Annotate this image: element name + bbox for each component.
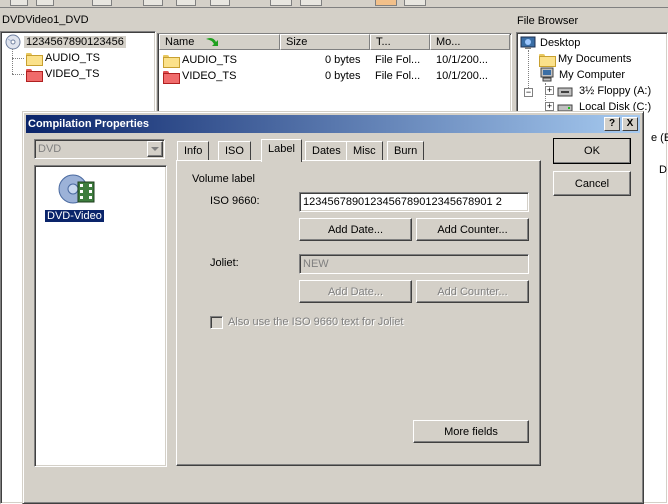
compilation-properties-dialog: Compilation Properties ? X DVD DVD-Video bbox=[22, 111, 644, 504]
column-header-name[interactable]: Name bbox=[159, 34, 280, 50]
desktop-icon bbox=[520, 36, 536, 49]
list-item-name: VIDEO_TS bbox=[182, 70, 237, 82]
toolbar-button[interactable] bbox=[210, 0, 230, 6]
list-item-name: AUDIO_TS bbox=[182, 54, 238, 66]
tree-item-label: VIDEO_TS bbox=[45, 68, 100, 80]
browser-item-my-computer[interactable]: My Computer bbox=[539, 67, 625, 83]
joliet-input: NEW bbox=[299, 254, 529, 274]
expand-toggle[interactable]: + bbox=[545, 86, 554, 95]
sort-arrow-icon bbox=[206, 38, 218, 46]
tree-root-label: 1234567890123456 bbox=[24, 36, 126, 48]
column-header-size[interactable]: Size bbox=[280, 34, 370, 50]
tree-root[interactable]: 1234567890123456 bbox=[5, 34, 126, 50]
tab-misc[interactable]: Misc bbox=[346, 141, 383, 161]
toolbar-button[interactable] bbox=[176, 0, 196, 6]
tree-item-video-ts[interactable]: VIDEO_TS bbox=[26, 66, 99, 82]
toolbar-button[interactable] bbox=[36, 0, 54, 6]
expand-toggle[interactable]: − bbox=[524, 88, 533, 97]
browser-item-label: My Documents bbox=[558, 53, 632, 65]
dialog-title: Compilation Properties bbox=[28, 118, 150, 130]
folder-icon bbox=[26, 52, 43, 66]
list-item[interactable]: VIDEO_TS 0 bytes File Fol... 10/1/200... bbox=[163, 68, 508, 84]
list-item[interactable]: AUDIO_TS 0 bytes File Fol... 10/1/200... bbox=[163, 52, 508, 68]
toolbar-button[interactable] bbox=[375, 0, 397, 6]
tree-item-label: AUDIO_TS bbox=[45, 52, 101, 64]
dialog-titlebar[interactable]: Compilation Properties ? X bbox=[26, 115, 640, 133]
tree-item-audio-ts[interactable]: AUDIO_TS bbox=[26, 50, 100, 66]
toolbar bbox=[0, 0, 668, 8]
browser-item-label: Desktop bbox=[540, 37, 581, 49]
list-item-modified: 10/1/200... bbox=[436, 70, 488, 82]
folder-icon bbox=[163, 70, 180, 84]
toolbar-button[interactable] bbox=[300, 0, 322, 6]
list-item-type: File Fol... bbox=[375, 70, 421, 82]
also-use-iso-label: Also use the ISO 9660 text for Joliet bbox=[228, 316, 404, 328]
column-header-type[interactable]: T... bbox=[370, 34, 430, 50]
joliet-label: Joliet: bbox=[210, 257, 239, 269]
browser-item-label: My Computer bbox=[559, 69, 626, 81]
tab-panel: Volume label ISO 9660: 12345678901234567… bbox=[176, 160, 541, 466]
toolbar-button[interactable] bbox=[404, 0, 426, 6]
format-select: DVD bbox=[34, 139, 165, 159]
dvd-video-icon bbox=[56, 172, 106, 208]
disc-icon bbox=[5, 34, 21, 50]
list-item-size: 0 bytes bbox=[325, 54, 361, 66]
chevron-down-icon bbox=[147, 141, 163, 157]
column-header-modified[interactable]: Mo... bbox=[430, 34, 510, 50]
tab-label[interactable]: Label bbox=[261, 139, 302, 162]
tab-iso[interactable]: ISO bbox=[218, 141, 251, 161]
toolbar-button[interactable] bbox=[270, 0, 292, 6]
browser-item-partial[interactable]: D bbox=[659, 164, 667, 176]
add-date-button[interactable]: Add Date... bbox=[299, 218, 412, 241]
format-list[interactable]: DVD-Video bbox=[34, 165, 167, 467]
close-button[interactable]: X bbox=[622, 117, 638, 131]
browser-item-label: 3½ Floppy (A:) bbox=[579, 85, 652, 97]
browser-item-desktop[interactable]: Desktop bbox=[520, 35, 580, 51]
floppy-drive-icon bbox=[557, 87, 573, 97]
joliet-add-date-button: Add Date... bbox=[299, 280, 412, 303]
list-item-type: File Fol... bbox=[375, 54, 421, 66]
tab-burn[interactable]: Burn bbox=[387, 141, 425, 161]
browser-item-floppy[interactable]: 3½ Floppy (A:) bbox=[557, 83, 651, 99]
ok-button[interactable]: OK bbox=[553, 138, 631, 164]
joliet-add-counter-button: Add Counter... bbox=[416, 280, 529, 303]
list-item-modified: 10/1/200... bbox=[436, 54, 488, 66]
dvd-video-label[interactable]: DVD-Video bbox=[45, 210, 104, 222]
cancel-button[interactable]: Cancel bbox=[553, 171, 631, 196]
expand-toggle[interactable]: + bbox=[545, 102, 554, 111]
project-title: DVDVideo1_DVD bbox=[2, 14, 89, 26]
tab-dates[interactable]: Dates bbox=[305, 141, 348, 161]
file-browser-title: File Browser bbox=[517, 15, 579, 27]
tab-info[interactable]: Info bbox=[177, 141, 210, 161]
list-item-size: 0 bytes bbox=[325, 70, 361, 82]
iso-label: ISO 9660: bbox=[210, 195, 260, 207]
toolbar-button[interactable] bbox=[92, 0, 112, 6]
computer-icon bbox=[540, 67, 554, 82]
more-fields-button[interactable]: More fields bbox=[413, 420, 529, 443]
folder-icon bbox=[26, 68, 43, 82]
browser-item-my-documents[interactable]: My Documents bbox=[539, 51, 631, 67]
also-use-iso-checkbox bbox=[210, 316, 223, 329]
iso-9660-input[interactable]: 1234567890123456789012345678901 2 bbox=[299, 192, 529, 212]
folder-icon bbox=[539, 53, 556, 67]
folder-icon bbox=[163, 54, 180, 68]
volume-label-heading: Volume label bbox=[192, 173, 255, 185]
add-counter-button[interactable]: Add Counter... bbox=[416, 218, 529, 241]
toolbar-button[interactable] bbox=[143, 0, 163, 6]
browser-item-partial[interactable]: e (E:) bbox=[651, 132, 668, 144]
toolbar-button[interactable] bbox=[10, 0, 28, 6]
help-button[interactable]: ? bbox=[604, 117, 620, 131]
